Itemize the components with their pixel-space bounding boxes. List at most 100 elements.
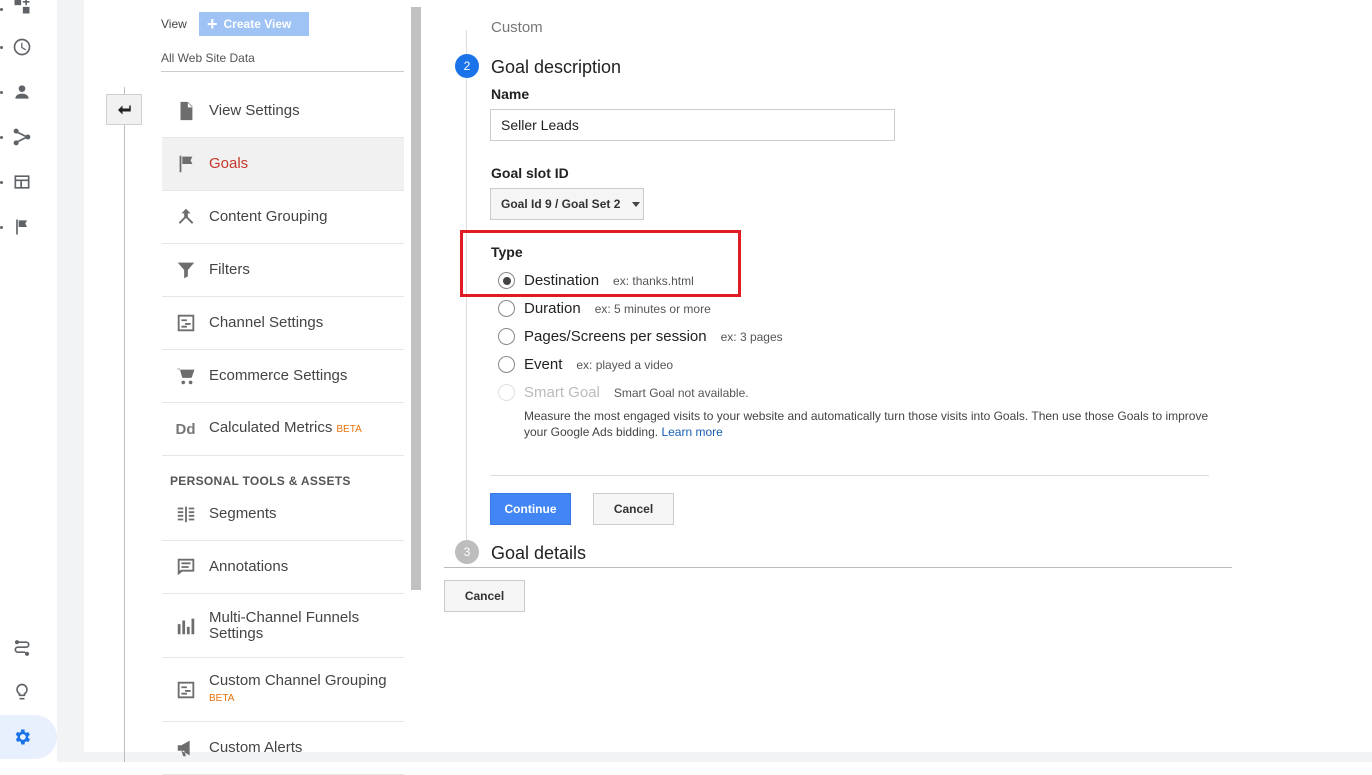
menu-item-label: Custom Alerts [209,739,303,756]
menu-item-filters[interactable]: Filters [162,244,404,297]
back-arrow-icon [118,105,131,114]
panel-scrollbar[interactable] [411,7,421,590]
goal-type-duration[interactable]: Duration ex: 5 minutes or more [498,300,711,317]
goal-slot-dropdown[interactable]: Goal Id 9 / Goal Set 2 [490,188,644,220]
menu-item-label: Annotations [209,558,289,575]
flag-icon [162,153,209,175]
tools-menu: Segments Annotations Multi-Channel Funne… [162,488,404,775]
gear-icon[interactable] [10,725,34,749]
cart-icon [162,365,209,387]
radio-button[interactable] [498,300,515,317]
view-menu: View Settings Goals Content Grouping Fil… [162,85,404,456]
lightbulb-icon[interactable] [10,680,34,704]
divider [444,567,1232,568]
continue-button[interactable]: Continue [490,493,571,525]
goal-name-input[interactable] [490,109,895,141]
segments-icon [162,503,209,525]
document-icon [162,100,209,122]
flag-icon[interactable] [10,215,34,239]
back-button[interactable] [106,94,142,125]
fork-icon[interactable] [10,125,34,149]
menu-item-label: Content Grouping [209,208,328,225]
goal-type-pages[interactable]: Pages/Screens per session ex: 3 pages [498,328,783,345]
radio-example: ex: 5 minutes or more [594,301,711,316]
radio-example: ex: played a video [576,357,674,372]
view-selector[interactable]: All Web Site Data [161,51,255,65]
menu-item-label: Custom Channel Grouping BETA [209,672,387,707]
radio-button[interactable] [498,356,515,373]
clock-icon[interactable] [10,35,34,59]
rail-marker [0,181,3,184]
chevron-down-icon [632,201,641,207]
goal-type-smart-goal: Smart Goal Smart Goal not available. [498,384,749,401]
column-divider [124,87,125,762]
menu-item-label: Calculated Metrics BETA [209,419,362,436]
learn-more-link[interactable]: Learn more [661,425,722,439]
radio-button[interactable] [498,328,515,345]
menu-item-custom-channel-grouping[interactable]: Custom Channel Grouping BETA [162,658,404,722]
menu-item-label: Multi-Channel Funnels Settings [209,608,360,642]
person-icon[interactable] [10,80,34,104]
menu-item-segments[interactable]: Segments [162,488,404,541]
name-label: Name [491,86,530,102]
merge-icon [162,206,209,228]
radio-label: Destination [524,272,600,289]
menu-item-multi-channel-funnels[interactable]: Multi-Channel Funnels Settings [162,594,404,658]
goal-type-event[interactable]: Event ex: played a video [498,356,673,373]
step-title-goal-description: Goal description [491,57,622,77]
rail-marker [0,91,3,94]
menu-item-ecommerce-settings[interactable]: Ecommerce Settings [162,350,404,403]
menu-item-label: Goals [209,155,249,172]
left-nav-rail [0,0,57,762]
rail-marker [0,226,3,229]
divider [490,475,1209,476]
view-label: View [161,17,187,31]
bar-chart-icon [162,615,209,637]
goal-slot-value: Goal Id 9 / Goal Set 2 [501,197,621,211]
rail-marker [0,8,3,11]
add-report-icon[interactable] [10,0,34,18]
annotation-icon [162,556,209,578]
dd-icon: Dd [175,420,196,438]
menu-item-view-settings[interactable]: View Settings [162,85,404,138]
step-number-badge: 2 [455,54,479,78]
radio-label: Event [524,356,563,373]
radio-button[interactable] [498,272,515,289]
section-header: PERSONAL TOOLS & ASSETS [170,474,351,488]
previous-step-value: Custom [491,19,543,36]
menu-item-goals[interactable]: Goals [162,138,404,191]
beta-badge: BETA [209,692,235,704]
bottom-cancel-button[interactable]: Cancel [444,580,525,612]
radio-label: Smart Goal [524,384,600,401]
menu-item-label: Filters [209,261,250,278]
beta-badge: BETA [336,424,362,435]
menu-item-label: Ecommerce Settings [209,367,348,384]
menu-item-label: Segments [209,505,277,522]
plus-icon: + [207,14,218,34]
create-view-button[interactable]: + Create View [199,12,309,36]
step-title-goal-details[interactable]: Goal details [491,543,586,564]
smart-goal-description: Measure the most engaged visits to your … [524,409,1209,439]
divider [161,71,404,72]
goal-slot-label: Goal slot ID [491,165,569,181]
rail-marker [0,136,3,139]
menu-item-calculated-metrics[interactable]: Dd Calculated Metrics BETA [162,403,404,456]
menu-item-channel-settings[interactable]: Channel Settings [162,297,404,350]
cancel-button[interactable]: Cancel [593,493,674,525]
rail-marker [0,46,3,49]
route-icon[interactable] [10,636,34,660]
menu-item-annotations[interactable]: Annotations [162,541,404,594]
radio-label: Pages/Screens per session [524,328,707,345]
channel-icon [162,312,209,334]
filter-icon [162,259,209,281]
menu-item-label: Channel Settings [209,314,324,331]
menu-item-content-grouping[interactable]: Content Grouping [162,191,404,244]
layout-icon[interactable] [10,170,34,194]
type-label: Type [491,244,523,260]
step-number-badge: 3 [455,540,479,564]
sidebar-gutter [57,0,84,762]
radio-example: ex: thanks.html [613,273,694,288]
menu-item-custom-alerts[interactable]: Custom Alerts [162,722,404,775]
goal-type-destination[interactable]: Destination ex: thanks.html [498,272,694,289]
radio-button [498,384,515,401]
